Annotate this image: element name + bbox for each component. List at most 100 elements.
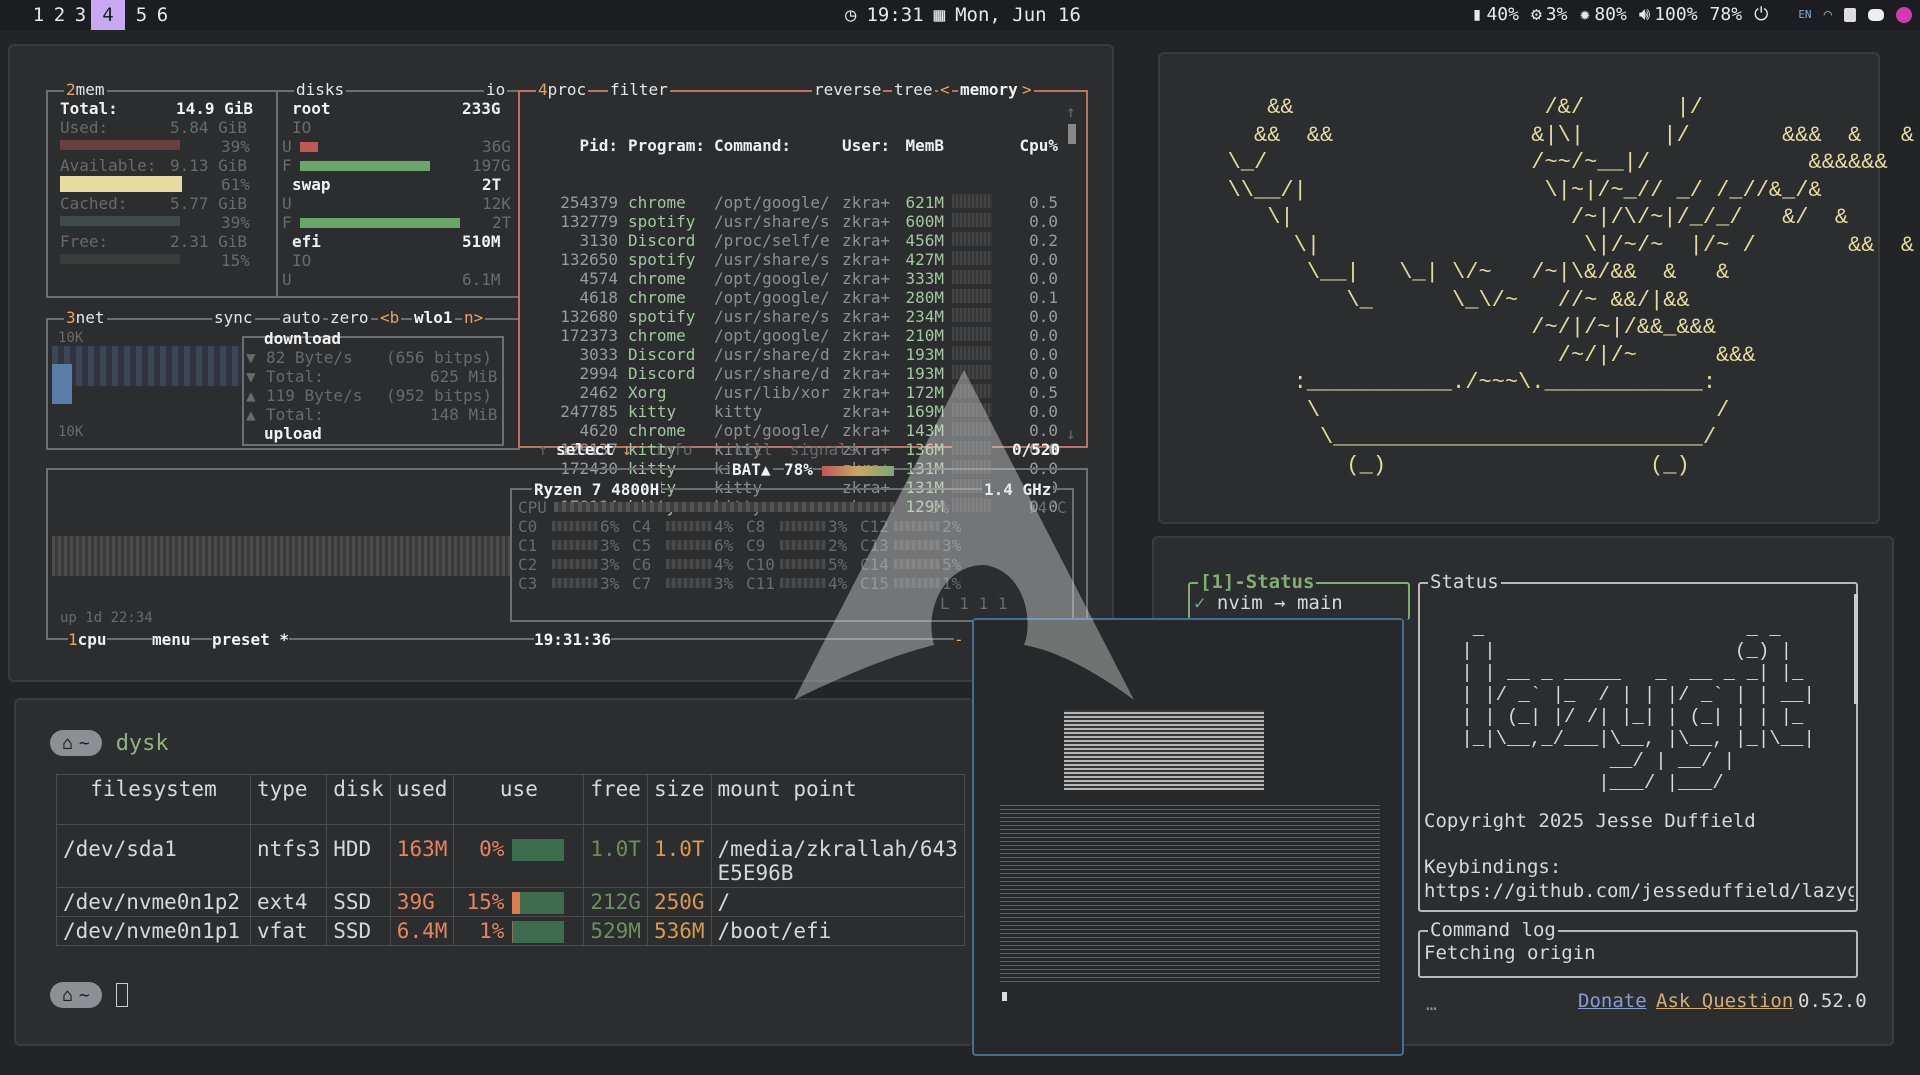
proc-row[interactable]: 132779 spotify/usr/share/s zkra+ 600M 0.0 [530, 212, 1058, 231]
lg-status-panel[interactable]: [1]-Status ✓ nvim → main [1188, 571, 1410, 620]
dysk-use-bar [512, 892, 565, 914]
btop-clock: 19:31:36 [534, 630, 612, 649]
lg-scrollbar[interactable] [1854, 594, 1858, 704]
proc-row[interactable]: 4620 chrome/opt/google/zkra+ 143M 0.0 [530, 421, 1058, 440]
disks-io-label[interactable]: io [484, 80, 508, 99]
power-icon[interactable]: ⏻ [1754, 0, 1768, 30]
btop-window[interactable]: 2mem Total: 14.9 GiB Used: 5.84 GiB 39% … [8, 44, 1114, 682]
proc-row[interactable]: 3130 Discord/proc/self/e zkra+ 456M 0.2 [530, 231, 1058, 250]
cpu-menu[interactable]: menu [152, 630, 191, 649]
proc-scroll-down-icon[interactable]: ↓ [1066, 424, 1076, 443]
proc-tree-toggle[interactable]: tree [892, 80, 935, 99]
cpu-freq: 1.4 GHz [982, 480, 1054, 499]
wifi-icon[interactable]: ◠ [1824, 0, 1832, 30]
proc-reverse-toggle[interactable]: reverse [812, 80, 884, 99]
proc-cell-program: Discord [628, 345, 696, 364]
net-next-iface[interactable]: n> [462, 308, 486, 327]
proc-header-user[interactable]: User: [842, 136, 894, 155]
proc-row[interactable]: 132650 spotify/usr/share/s zkra+ 427M 0.0 [530, 250, 1058, 269]
proc-row[interactable]: 254379 chrome/opt/google/zkra+ 621M 0.5 [530, 193, 1058, 212]
lg-version: 0.52.0 [1798, 990, 1867, 1012]
workspace-4[interactable]: 4 [91, 0, 125, 30]
net-iface: wlo1 [412, 308, 455, 327]
proc-header-cpu[interactable]: Cpu% [1004, 136, 1058, 155]
proc-row[interactable]: 132680 spotify/usr/share/s zkra+ 234M 0.0 [530, 307, 1058, 326]
proc-header-command[interactable]: Command: [714, 136, 842, 155]
proc-sort-next[interactable]: > [1020, 80, 1034, 99]
proc-header-mem[interactable]: MemB [894, 136, 944, 155]
workspace-3[interactable]: 3 [70, 0, 91, 30]
proc-header-program[interactable]: Program: [618, 136, 714, 155]
proc-select[interactable]: select [556, 440, 614, 459]
proc-cell-pid: 4620 [579, 421, 618, 440]
proc-signals[interactable]: signals [790, 440, 857, 459]
proc-cell-pid: 3130 [579, 231, 618, 250]
proc-sort-prev[interactable]: < [938, 80, 952, 99]
clock[interactable]: ◷ 19:31 ▦ Mon, Jun 16 [845, 0, 1081, 30]
dysk-cell-disk: HDD [326, 824, 391, 888]
proc-row[interactable]: 3033 Discord/usr/share/d zkra+ 193M 0.0 [530, 345, 1058, 364]
memory-status[interactable]: ▮ 40% [1472, 0, 1519, 30]
floating-terminal-window[interactable] [972, 618, 1404, 1056]
lg-ask-question-link[interactable]: Ask Question [1656, 990, 1793, 1012]
dysk-terminal-window[interactable]: ⌂ ~ dysk filesystem type disk used use fr… [14, 698, 974, 1046]
brightness-status[interactable]: ✹ 80% [1579, 0, 1626, 30]
cpu-status[interactable]: ⚙ 3% [1531, 0, 1568, 30]
discord-tray-icon[interactable] [1868, 9, 1884, 21]
keyboard-layout[interactable]: EN [1798, 0, 1811, 30]
proc-box-title[interactable]: proc [548, 80, 587, 99]
ascii-portrait-image [1064, 710, 1264, 790]
proc-scrollbar[interactable] [1068, 124, 1076, 144]
proc-row[interactable]: 2462 Xorg/usr/lib/xor zkra+ 172M 0.5 [530, 383, 1058, 402]
proc-cell-command: /usr/lib/xor [714, 383, 830, 402]
lg-donate-link[interactable]: Donate [1578, 990, 1647, 1012]
proc-row[interactable]: 247785 kitty kitty zkra+ 169M 0.0 [530, 402, 1058, 421]
workspace-6[interactable]: 6 [152, 0, 173, 30]
proc-row[interactable]: 2994 Discord/usr/share/d zkra+ 193M 0.0 [530, 364, 1058, 383]
float-cursor[interactable] [1002, 992, 1007, 1001]
lg-keybindings-url[interactable]: https://github.com/jesseduffield/lazygi [1424, 880, 1854, 902]
app-tray-icon[interactable] [1896, 7, 1912, 23]
proc-kill[interactable]: kill [734, 440, 773, 459]
net-zero-toggle[interactable]: zero [328, 308, 371, 327]
ascii-art-window[interactable]: && /&/ |/ & && && &|\| |/ &&& & & \_/ /~… [1158, 52, 1914, 524]
proc-row[interactable]: 172373 chrome/opt/google/zkra+ 210M 0.0 [530, 326, 1058, 345]
cpu-core-name: C11 [746, 574, 775, 593]
cpu-preset[interactable]: preset * [212, 630, 290, 649]
proc-cell-mem: 600M [905, 212, 944, 231]
cpu-core-bar [666, 540, 712, 550]
net-sync-toggle[interactable]: sync [212, 308, 255, 327]
mem-box-title[interactable]: mem [76, 80, 105, 99]
lg-command-log[interactable]: Command log Fetching origin [1418, 919, 1858, 978]
disk-swap-free: 2T [492, 213, 512, 232]
tray-app-icon[interactable] [1844, 8, 1856, 22]
cpu-box-title[interactable]: cpu [78, 630, 107, 649]
workspace-list: 1 2 3 4 5 6 [0, 0, 173, 30]
lg-main-panel[interactable]: Status _ _ _ | | (_) | | | __ _ _____ _ … [1418, 571, 1858, 912]
dysk-header-type: type [249, 774, 328, 825]
proc-row[interactable]: 4574 chrome/opt/google/zkra+ 333M 0.0 [530, 269, 1058, 288]
dysk-header-size: size [646, 774, 712, 825]
proc-info[interactable]: info [654, 440, 693, 459]
net-prev-iface[interactable]: <b [378, 308, 402, 327]
workspace-2[interactable]: 2 [49, 0, 70, 30]
proc-scroll-up-icon[interactable]: ↑ [1066, 102, 1076, 121]
battery-status[interactable]: 78% [1710, 0, 1743, 30]
volume-status[interactable]: 🔊︎ 100% [1639, 0, 1698, 30]
workspace-5[interactable]: 5 [131, 0, 152, 30]
lg-status-title[interactable]: [1]-Status [1198, 571, 1317, 593]
proc-cell-mem: 427M [905, 250, 944, 269]
proc-row[interactable]: 4618 chrome/opt/google/zkra+ 280M 0.1 [530, 288, 1058, 307]
net-ul-bits: (952 bitps) [386, 386, 492, 405]
workspace-1[interactable]: 1 [28, 0, 49, 30]
proc-filter[interactable]: filter [608, 80, 670, 99]
net-auto-toggle[interactable]: auto [280, 308, 323, 327]
dysk-use-bar [512, 921, 565, 943]
terminal-cursor[interactable] [115, 983, 128, 1007]
proc-cell-command: /usr/share/s [714, 250, 830, 269]
proc-header-pid[interactable]: Pid: [530, 136, 618, 155]
cpu-core-pct: 4% [714, 555, 734, 574]
net-box-title[interactable]: net [76, 308, 105, 327]
proc-cell-program: Discord [628, 364, 696, 383]
proc-count: 0/520 [1012, 440, 1061, 459]
